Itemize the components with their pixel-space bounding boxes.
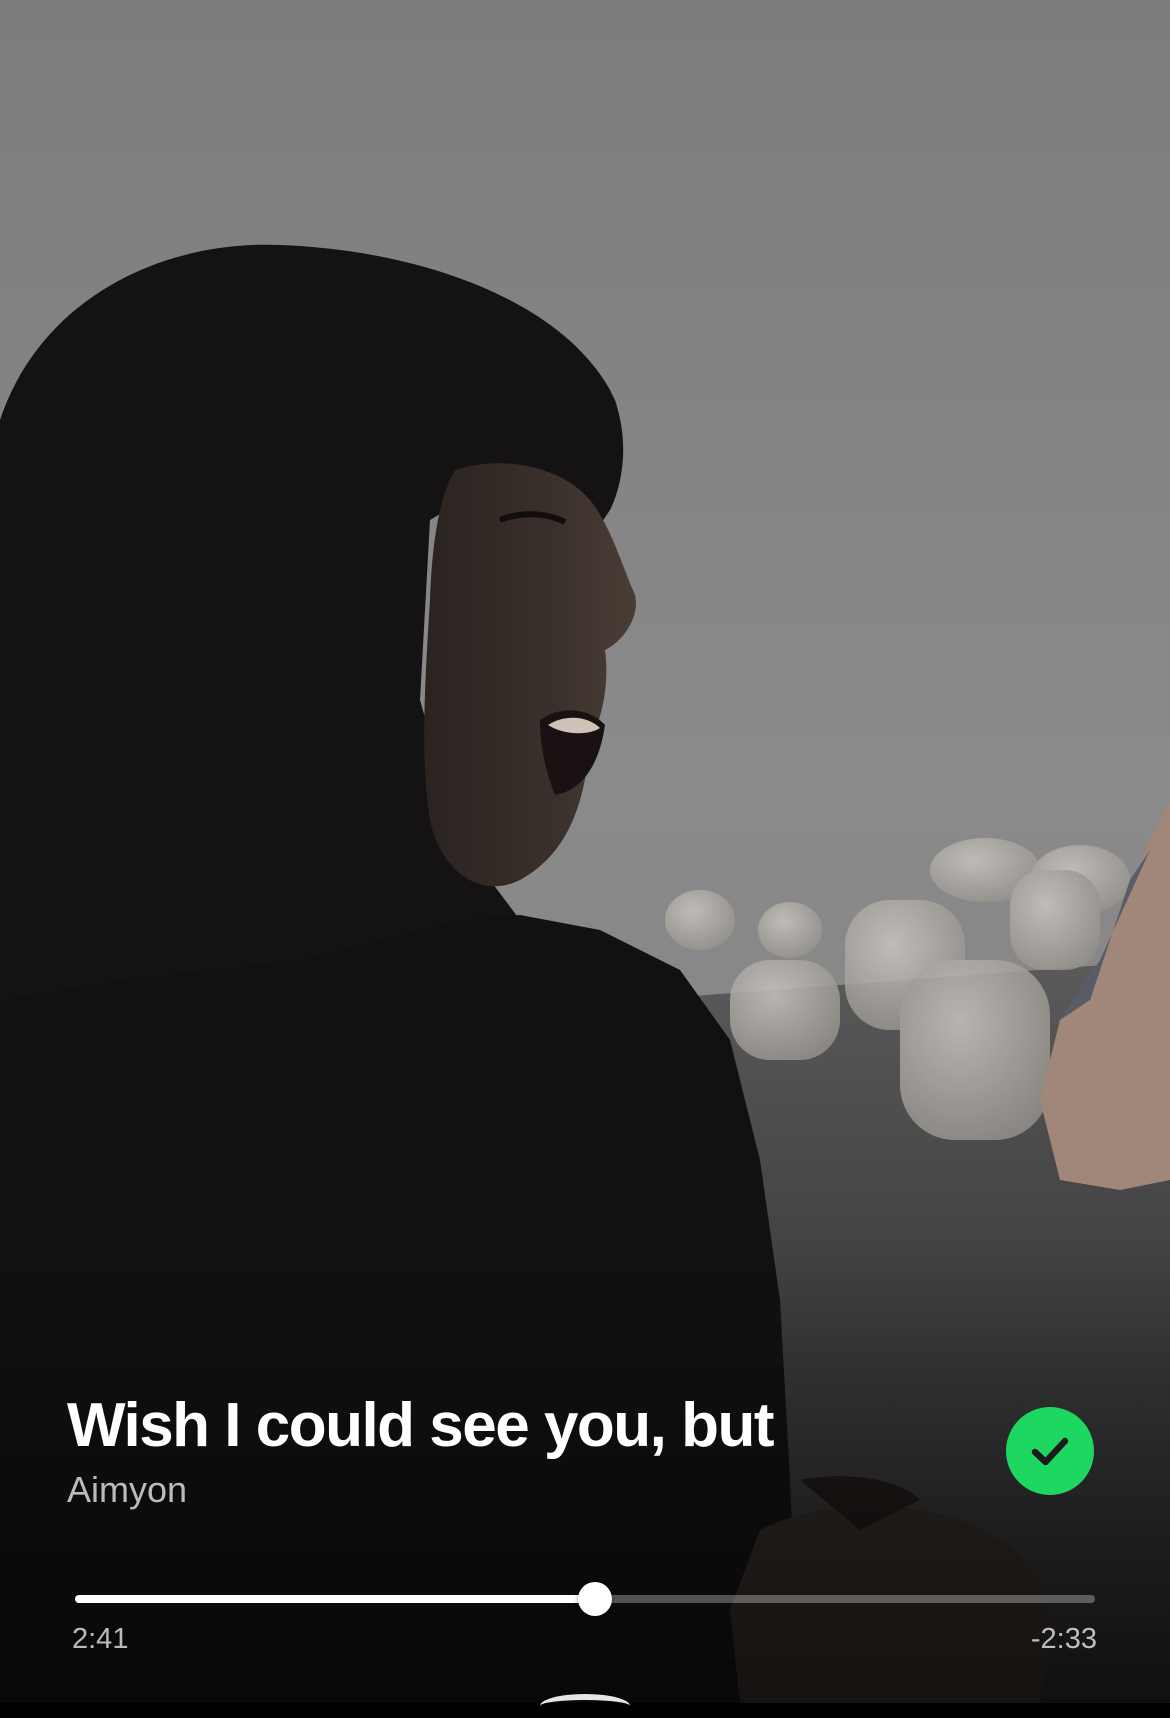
home-indicator[interactable] [540, 1694, 630, 1718]
artist-name[interactable]: Aimyon [67, 1468, 967, 1512]
check-icon [1031, 1437, 1069, 1466]
track-title[interactable]: Wish I could see you, but [67, 1390, 967, 1462]
track-info: Wish I could see you, but Aimyon [67, 1390, 967, 1512]
liked-button[interactable] [1006, 1407, 1094, 1495]
playback-progress-bar[interactable] [75, 1582, 1095, 1616]
remaining-time: -2:33 [1030, 1623, 1097, 1655]
progress-scrubber-handle[interactable] [578, 1582, 613, 1616]
elapsed-time: 2:41 [72, 1623, 129, 1655]
progress-fill [75, 1595, 596, 1603]
